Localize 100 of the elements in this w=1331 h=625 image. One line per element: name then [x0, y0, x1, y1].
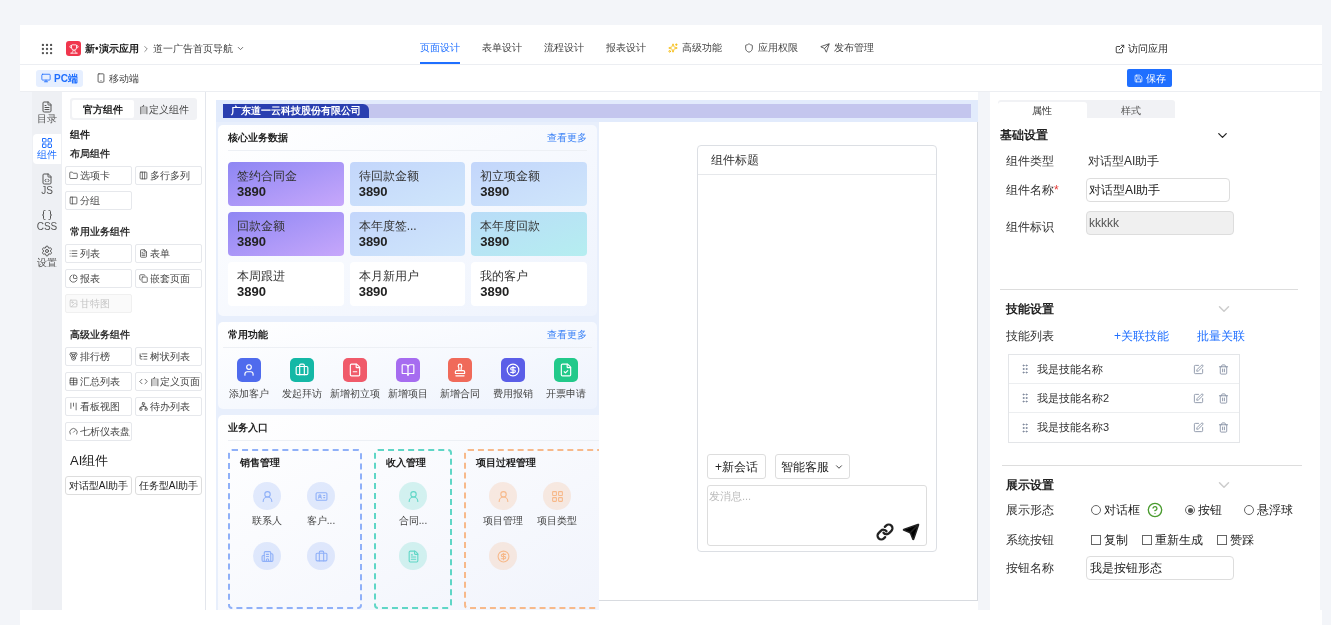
edit-icon[interactable] [1193, 422, 1204, 433]
card-title: 业务入口 [228, 421, 268, 435]
delete-icon[interactable] [1218, 392, 1229, 404]
skill-row[interactable]: 我是技能名称2 [1009, 384, 1239, 413]
page-selector[interactable]: 道一广告首页导航 [152, 41, 245, 56]
batch-link[interactable]: 批量关联 [1197, 327, 1245, 345]
view-more-link[interactable]: 查看更多 [547, 327, 587, 342]
id-card-icon[interactable] [307, 482, 335, 510]
rail-item[interactable]: 设置 [33, 242, 61, 272]
app-grid-icon[interactable] [40, 41, 54, 56]
component-item[interactable]: 报表 [65, 269, 132, 288]
system-button-checkbox[interactable]: 赞踩 [1217, 531, 1254, 549]
skill-row[interactable]: 我是技能名称 [1009, 355, 1239, 384]
nav-tab[interactable]: 高级功能 [667, 33, 722, 64]
component-tab[interactable]: 官方组件 [72, 100, 134, 118]
person-icon[interactable] [489, 482, 517, 510]
grid-icon [41, 137, 53, 149]
component-item[interactable]: 嵌套页面 [135, 269, 202, 288]
nav-tab[interactable]: 流程设计 [543, 33, 584, 64]
component-item[interactable]: 树状列表 [135, 347, 202, 366]
skill-row[interactable]: 我是技能名称3 [1009, 413, 1239, 442]
group-title: 布局组件 [70, 147, 111, 161]
send-icon[interactable] [902, 523, 920, 541]
coin-icon[interactable] [489, 542, 517, 570]
shortcut-item[interactable]: 新增项目 [381, 358, 434, 401]
phone-icon [95, 73, 106, 83]
ai-component-button[interactable]: 任务型AI助手 [135, 475, 202, 495]
rail-item[interactable]: 目录 [33, 98, 61, 128]
briefcase-icon[interactable] [307, 542, 335, 570]
help-icon[interactable] [1147, 502, 1163, 518]
shortcut-item[interactable]: 发起拜访 [275, 358, 329, 401]
entry-label[interactable]: 联系人 [252, 513, 282, 528]
display-mode-radio[interactable]: 对话框 [1091, 501, 1163, 519]
link-icon[interactable] [876, 523, 894, 541]
delete-icon[interactable] [1218, 422, 1229, 433]
component-item[interactable]: 列表 [65, 244, 132, 263]
nav-tab[interactable]: 表单设计 [481, 33, 522, 64]
system-button-checkbox[interactable]: 重新生成 [1142, 531, 1203, 549]
component-item[interactable]: 看板视图 [65, 397, 132, 416]
ai-component-button[interactable]: 对话型AI助手 [65, 475, 132, 495]
id-input[interactable]: kkkkk [1086, 211, 1234, 235]
edit-icon[interactable] [1193, 363, 1204, 375]
component-item[interactable]: 七析仪表盘 [65, 422, 132, 441]
entry-label[interactable]: 合同... [398, 513, 428, 528]
component-item[interactable]: 分组 [65, 191, 132, 210]
device-tab[interactable]: 移动端 [90, 69, 144, 87]
component-item[interactable]: 待办列表 [135, 397, 202, 416]
device-tab[interactable]: PC端 [36, 69, 83, 87]
rail-item[interactable]: 组件 [33, 134, 61, 164]
drag-handle-icon[interactable] [1019, 391, 1031, 405]
grid-icon[interactable] [543, 482, 571, 510]
property-tab[interactable]: 样式 [1086, 102, 1175, 118]
rail-item[interactable]: CSS [33, 206, 61, 236]
agent-select[interactable]: 智能客服 [775, 454, 850, 479]
component-item[interactable]: 排行榜 [65, 347, 132, 366]
component-item[interactable]: 汇总列表 [65, 372, 132, 391]
link-skill-link[interactable]: +关联技能 [1114, 327, 1169, 345]
entry-label[interactable]: 客户... [306, 513, 336, 528]
component-item[interactable]: 选项卡 [65, 166, 132, 185]
component-item[interactable]: 表单 [135, 244, 202, 263]
card-title: 常用功能 [228, 328, 268, 342]
system-button-checkbox[interactable]: 复制 [1091, 531, 1128, 549]
group-title: 高级业务组件 [70, 328, 131, 342]
person-icon[interactable] [253, 482, 281, 510]
edit-icon[interactable] [1193, 392, 1204, 404]
metric-label: 本月新用户 [358, 268, 420, 284]
view-more-link[interactable]: 查看更多 [547, 130, 587, 145]
button-name-input[interactable]: 我是按钮形态 [1086, 556, 1234, 580]
code-file-icon [41, 173, 53, 185]
rail-item[interactable]: JS [33, 170, 61, 200]
field-label: 组件标识 [1006, 219, 1055, 236]
nav-tab[interactable]: 报表设计 [605, 33, 646, 64]
component-tab[interactable]: 自定义组件 [133, 100, 195, 118]
shortcut-item[interactable]: 费用报销 [486, 358, 540, 401]
nav-tab[interactable]: 发布管理 [819, 33, 874, 64]
drag-handle-icon[interactable] [1019, 362, 1031, 376]
new-chat-button[interactable]: +新会话 [707, 454, 766, 479]
person-icon[interactable] [399, 482, 427, 510]
drag-handle-icon[interactable] [1019, 420, 1031, 435]
save-button[interactable]: 保存 [1127, 69, 1172, 87]
shortcut-item[interactable]: 新增初立项 [328, 358, 382, 401]
name-input[interactable]: 对话型AI助手 [1086, 178, 1230, 202]
nav-tab[interactable]: 页面设计 [419, 33, 460, 64]
component-item[interactable]: 自定义页面 [135, 372, 202, 391]
entry-label[interactable]: 项目类型 [537, 513, 577, 528]
display-mode-radio[interactable]: 悬浮球 [1244, 501, 1293, 519]
entry-label[interactable]: 项目管理 [483, 513, 523, 528]
shortcut-item[interactable]: 添加客户 [223, 358, 276, 401]
shortcut-item[interactable]: 新增合同 [433, 358, 487, 401]
component-item[interactable]: 多行多列 [135, 166, 202, 185]
metric-value: 3890 [358, 233, 389, 250]
shortcut-item[interactable]: 开票申请 [539, 358, 593, 401]
nav-tab[interactable]: 应用权限 [743, 33, 798, 64]
caret-icon [235, 44, 245, 53]
property-tab[interactable]: 属性 [998, 102, 1087, 118]
building-icon[interactable] [253, 542, 281, 570]
delete-icon[interactable] [1218, 363, 1229, 375]
visit-app-link[interactable]: 访问应用 [1115, 41, 1168, 56]
document-icon[interactable] [399, 542, 427, 570]
display-mode-radio[interactable]: 按钮 [1185, 501, 1222, 519]
